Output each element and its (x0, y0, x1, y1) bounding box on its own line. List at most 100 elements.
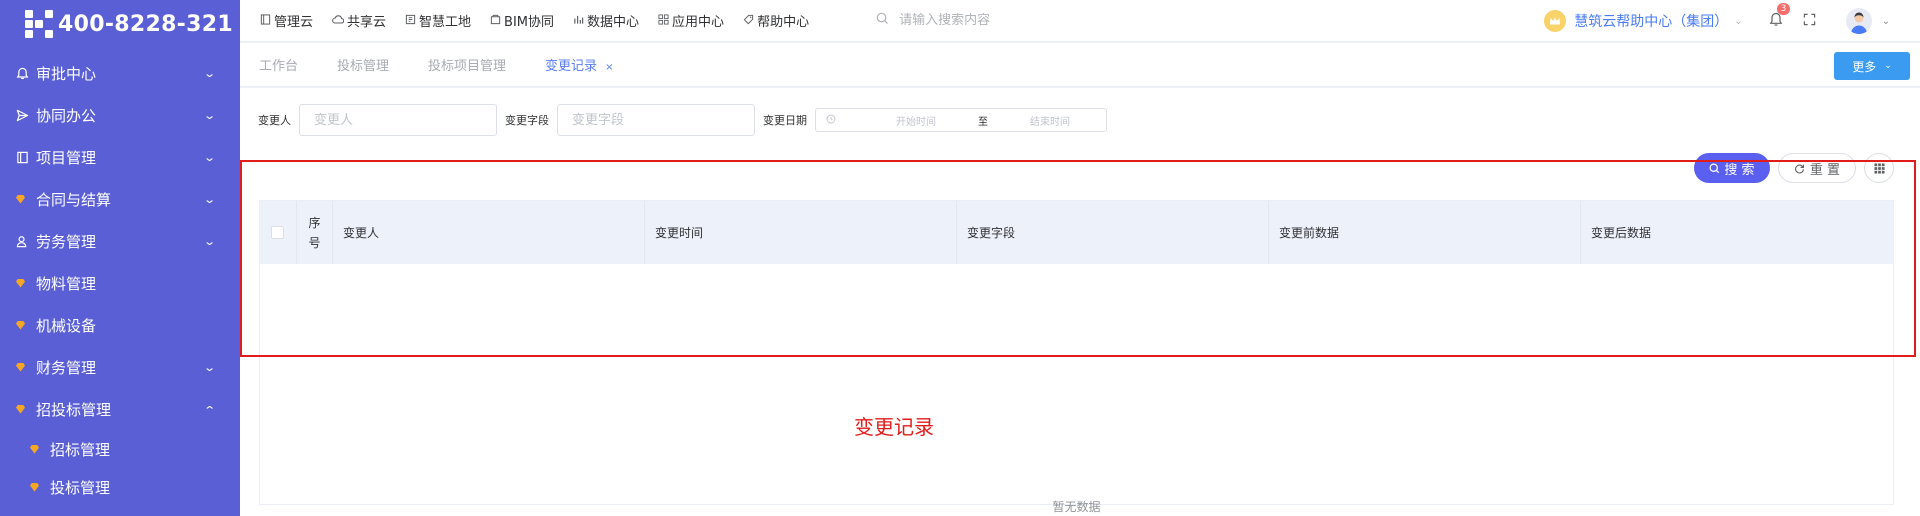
end-date-placeholder[interactable]: 结束时间 (1010, 113, 1090, 128)
topnav-shared-cloud[interactable]: 共享云 (332, 11, 386, 30)
column-settings-button[interactable] (1864, 153, 1894, 183)
gem-icon (16, 362, 36, 372)
topnav-management-cloud[interactable]: 管理云 (260, 11, 313, 30)
top-right-tools: 慧筑云帮助中心（集团） ⌄ 3 ⌄ (1544, 0, 1890, 42)
notification-button[interactable]: 3 (1769, 2, 1791, 31)
column-header-after-data[interactable]: 变更后数据 (1581, 201, 1893, 264)
sidebar-subitem-tender[interactable]: 招标管理 (0, 430, 240, 468)
select-all-checkbox[interactable] (271, 226, 285, 239)
topnav-label: 共享云 (347, 15, 387, 30)
org-switcher[interactable]: 慧筑云帮助中心（集团） ⌄ (1544, 10, 1743, 32)
sidebar-item-contracts[interactable]: 合同与结算 ⌄ (0, 178, 240, 220)
column-header-changer[interactable]: 变更人 (333, 201, 645, 264)
close-icon[interactable]: × (605, 62, 613, 73)
sidebar-subitem-bid[interactable]: 投标管理 (0, 468, 240, 506)
topnav-label: 数据中心 (587, 15, 640, 30)
bell-icon (16, 67, 36, 80)
gem-icon (16, 320, 36, 330)
chevron-down-icon: ⌄ (202, 234, 216, 248)
grid-icon (658, 13, 669, 28)
tab-label: 变更记录 (545, 59, 598, 74)
box-icon (490, 14, 501, 28)
topnav-app-center[interactable]: 应用中心 (658, 11, 724, 30)
sidebar-item-equipment[interactable]: 机械设备 (0, 304, 240, 346)
chevron-down-icon: ⌄ (202, 150, 216, 164)
more-button-label: 更多 (1852, 59, 1877, 74)
topnav-label: 帮助中心 (757, 15, 810, 30)
more-button[interactable]: 更多 ⌄ (1834, 52, 1910, 80)
bar-chart-icon (573, 14, 584, 28)
column-header-change-field[interactable]: 变更字段 (957, 201, 1269, 264)
topnav-help-center[interactable]: 帮助中心 (743, 11, 809, 30)
logo[interactable]: 400-8228-321 (0, 0, 240, 48)
notification-count-badge: 3 (1776, 2, 1791, 15)
reset-button[interactable]: 重 置 (1778, 153, 1856, 183)
search-input[interactable] (899, 13, 1200, 28)
app-window: 400-8228-321 审批中心 ⌄ 协同办公 ⌄ 项目管理 ⌄ 合同与结算 … (0, 0, 1920, 516)
sidebar-item-label: 合同与结算 (36, 190, 112, 209)
topnav-label: 智慧工地 (419, 15, 472, 30)
tag-icon (743, 14, 754, 28)
sidebar-item-collaboration[interactable]: 协同办公 ⌄ (0, 94, 240, 136)
sidebar-item-projects[interactable]: 项目管理 ⌄ (0, 136, 240, 178)
date-range-picker[interactable]: 开始时间 至 结束时间 (815, 108, 1107, 132)
board-icon (405, 14, 416, 28)
logo-icon (24, 9, 54, 39)
topnav-label: 管理云 (274, 15, 314, 30)
gem-icon (30, 444, 50, 454)
main-content: 变更人 变更字段 变更日期 开始时间 至 结束时间 搜 索 重 置 (240, 88, 1920, 516)
changer-input[interactable] (299, 104, 497, 136)
sidebar-item-label: 协同办公 (36, 106, 97, 125)
clock-icon (826, 114, 836, 127)
sidebar-item-approval[interactable]: 审批中心 ⌄ (0, 52, 240, 94)
tabs-bar: 工作台 投标管理 投标项目管理 变更记录 × 更多 ⌄ (240, 43, 1920, 87)
chevron-down-icon: ⌄ (202, 360, 216, 374)
range-separator: 至 (978, 116, 988, 128)
annotation-label: 变更记录 (854, 415, 934, 439)
select-all-cell (260, 201, 297, 264)
fullscreen-button[interactable] (1803, 13, 1816, 30)
topnav-label: 应用中心 (672, 15, 725, 30)
sidebar-item-finance[interactable]: 财务管理 ⌄ (0, 346, 240, 388)
start-date-placeholder[interactable]: 开始时间 (876, 113, 956, 128)
search-button[interactable]: 搜 索 (1694, 153, 1770, 183)
tab-workbench[interactable]: 工作台 (259, 55, 298, 74)
table-actions: 搜 索 重 置 (1694, 153, 1894, 183)
user-avatar[interactable] (1845, 8, 1872, 34)
tab-bid-project-management[interactable]: 投标项目管理 (428, 55, 506, 74)
sidebar-item-label: 机械设备 (36, 316, 97, 335)
org-name: 慧筑云帮助中心（集团） (1574, 14, 1729, 30)
changer-label: 变更人 (258, 114, 291, 127)
tab-bid-management[interactable]: 投标管理 (337, 55, 389, 74)
table-body: 暂无数据 (260, 264, 1893, 514)
topnav-bim[interactable]: BIM协同 (490, 11, 554, 30)
filter-form: 变更人 变更字段 变更日期 开始时间 至 结束时间 (258, 104, 1107, 136)
topnav-data-center[interactable]: 数据中心 (573, 11, 639, 30)
topnav-smart-site[interactable]: 智慧工地 (405, 11, 471, 30)
brand-phone: 400-8228-321 (58, 11, 233, 37)
column-header-index: 序号 (297, 201, 333, 264)
sidebar-item-label: 投标管理 (50, 478, 111, 497)
chevron-down-icon[interactable]: ⌄ (1882, 16, 1890, 27)
search-icon (876, 12, 889, 29)
sidebar-item-bidding[interactable]: 招投标管理 ⌄ (0, 388, 240, 430)
change-field-input[interactable] (557, 104, 755, 136)
grid-icon (1873, 162, 1885, 174)
gem-icon (30, 482, 50, 492)
reset-button-label: 重 置 (1809, 162, 1841, 178)
search-button-label: 搜 索 (1724, 162, 1755, 178)
sidebar-item-materials[interactable]: 物料管理 (0, 262, 240, 304)
table-header: 序号 变更人 变更时间 变更字段 变更前数据 变更后数据 (260, 201, 1893, 264)
crown-icon (1544, 10, 1567, 32)
column-header-before-data[interactable]: 变更前数据 (1269, 201, 1581, 264)
chevron-down-icon: ⌄ (1884, 61, 1892, 71)
gem-icon (16, 404, 36, 414)
column-header-change-time[interactable]: 变更时间 (645, 201, 957, 264)
book-icon (16, 151, 36, 164)
sidebar-item-labor[interactable]: 劳务管理 ⌄ (0, 220, 240, 262)
send-icon (16, 109, 36, 122)
sidebar-item-label: 劳务管理 (36, 232, 97, 251)
book-icon (260, 13, 271, 28)
topnav-label: BIM协同 (504, 15, 555, 30)
tab-change-records[interactable]: 变更记录 × (545, 55, 613, 74)
